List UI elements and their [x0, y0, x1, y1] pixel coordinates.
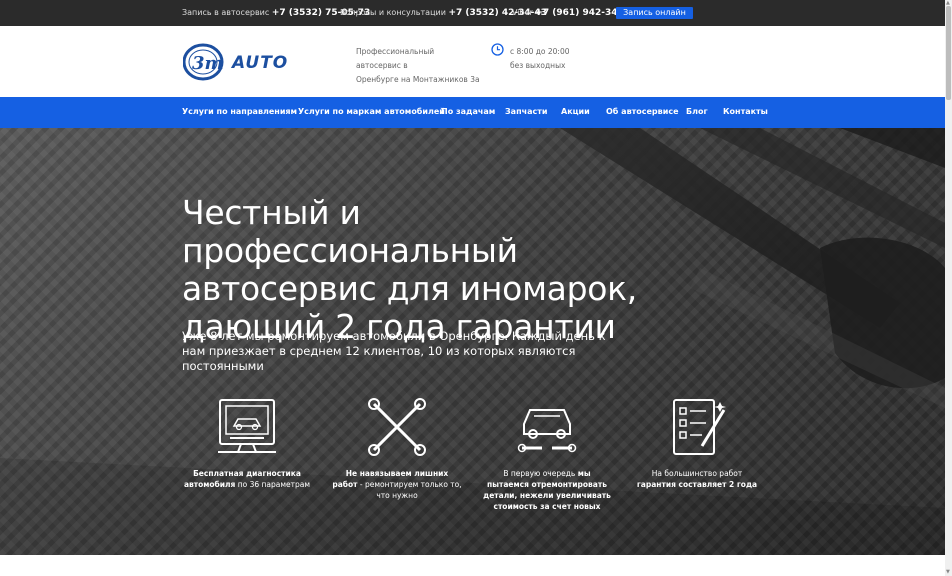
- svg-text:AUTO: AUTO: [230, 53, 287, 73]
- site-logo[interactable]: 3m AUTO: [182, 43, 287, 81]
- page-scrollbar[interactable]: ▲ ▼: [945, 0, 952, 576]
- feature-repair-first: В первую очередь мы пытаемся отремонтиро…: [482, 396, 612, 512]
- address-line-1: Профессиональный автосервис в: [356, 47, 435, 70]
- address-line-2: Оренбурге на Монтажников 3а: [356, 75, 480, 84]
- hero-title: Честный и профессиональный автосервис дл…: [182, 193, 637, 346]
- booking-label: Запись в автосервис: [182, 8, 270, 17]
- hours-line-2: без выходных: [510, 61, 566, 70]
- online-booking-button[interactable]: Запись онлайн: [616, 7, 693, 19]
- feature-no-extra-work: Не навязываем лишних работ - ремонтируем…: [332, 396, 462, 501]
- nav-item-contacts[interactable]: Контакты: [723, 107, 768, 116]
- questions-label: Вопросы и консультации: [340, 8, 446, 17]
- viber-label: Viber: [512, 8, 533, 17]
- scroll-down-arrow-icon[interactable]: ▼: [946, 569, 950, 575]
- top-bar: Запись в автосервис +7 (3532) 75-05-73 В…: [0, 0, 945, 26]
- nav-item-blog[interactable]: Блог: [686, 107, 708, 116]
- hours-line-1: с 8:00 до 20:00: [510, 47, 570, 56]
- scrollbar-thumb[interactable]: [946, 6, 951, 100]
- nav-item-services-by-brand[interactable]: Услуги по маркам автомобилей: [298, 107, 445, 116]
- nav-item-parts[interactable]: Запчасти: [505, 107, 547, 116]
- logo-icon: 3m AUTO: [182, 43, 287, 81]
- nav-item-by-tasks[interactable]: По задачам: [441, 107, 495, 116]
- feature-free-diagnostics: Бесплатная диагностика автомобиля по 36 …: [182, 396, 312, 490]
- nav-item-promotions[interactable]: Акции: [561, 107, 590, 116]
- feature-4-text-prefix: На большинство работ: [651, 469, 743, 478]
- hero-section: Честный и профессиональный автосервис дл…: [0, 128, 945, 555]
- computer-diagnostics-icon: [218, 399, 276, 453]
- feature-1-text: по 36 параметрам: [235, 480, 311, 489]
- cross-wrench-icon: [368, 398, 426, 456]
- site-header: 3m AUTO Профессиональный автосервис в Ор…: [0, 26, 945, 97]
- clock-icon: [491, 43, 504, 56]
- main-navigation: Услуги по направлениям Услуги по маркам …: [0, 97, 945, 128]
- feature-4-bold: гарантия составляет 2 года: [636, 480, 758, 489]
- svg-text:3m: 3m: [192, 53, 224, 74]
- car-repair-icon: [517, 409, 577, 453]
- hero-lead: Уже 8 лет мы ремонтируем автомобили в Ор…: [182, 329, 606, 373]
- feature-2-text: - ремонтируем только то, что нужно: [357, 480, 462, 500]
- feature-3-text-prefix: В первую очередь: [503, 469, 578, 478]
- nav-item-services-by-direction[interactable]: Услуги по направлениям: [182, 107, 297, 116]
- working-hours: с 8:00 до 20:00 без выходных: [510, 45, 570, 73]
- feature-warranty: На большинство работ гарантия составляет…: [632, 396, 762, 490]
- address-block: Профессиональный автосервис в Оренбурге …: [356, 45, 481, 87]
- nav-item-about[interactable]: Об автосервисе: [606, 107, 679, 116]
- checklist-icon: [673, 399, 726, 455]
